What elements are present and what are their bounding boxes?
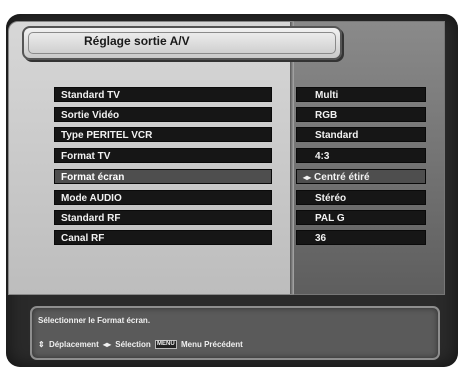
menu-item-mode-audio[interactable]: Mode AUDIO	[54, 190, 272, 205]
help-text: Sélectionner le Format écran.	[38, 316, 151, 325]
left-right-arrows-icon[interactable]: ◂▸	[303, 173, 311, 182]
value-format-tv[interactable]: 4:3	[296, 148, 426, 163]
value-standard-tv[interactable]: Multi	[296, 87, 426, 102]
value-format-ecran[interactable]: ◂▸ Centré étiré	[296, 169, 426, 184]
value-mode-audio[interactable]: Stéréo	[296, 190, 426, 205]
menu-item-format-tv[interactable]: Format TV	[54, 148, 272, 163]
menu-item-sortie-video[interactable]: Sortie Vidéo	[54, 107, 272, 122]
previous-menu-label: Menu Précédent	[180, 340, 243, 349]
menu-item-standard-tv[interactable]: Standard TV	[54, 87, 272, 102]
up-down-arrows-icon: ⇕	[38, 340, 45, 349]
value-canal-rf[interactable]: 36	[296, 230, 426, 245]
menu-key-icon: MENU	[155, 340, 177, 350]
value-standard-rf[interactable]: PAL G	[296, 210, 426, 225]
menu-item-type-peritel[interactable]: Type PERITEL VCR	[54, 127, 272, 142]
menu-item-format-ecran[interactable]: Format écran	[54, 169, 272, 184]
value-format-ecran-text: Centré étiré	[314, 172, 370, 183]
select-label: Sélection	[115, 340, 151, 349]
menu-item-canal-rf[interactable]: Canal RF	[54, 230, 272, 245]
title-box: Réglage sortie A/V	[22, 26, 342, 60]
value-type-peritel[interactable]: Standard	[296, 127, 426, 142]
nav-hint-bar: ⇕ Déplacement ◂▸ Sélection MENU Menu Pré…	[38, 340, 245, 350]
left-right-arrows-icon: ◂▸	[102, 340, 111, 349]
page-title: Réglage sortie A/V	[84, 34, 190, 48]
help-box: Sélectionner le Format écran. ⇕ Déplacem…	[30, 306, 440, 360]
move-label: Déplacement	[48, 340, 99, 349]
value-sortie-video[interactable]: RGB	[296, 107, 426, 122]
menu-item-standard-rf[interactable]: Standard RF	[54, 210, 272, 225]
